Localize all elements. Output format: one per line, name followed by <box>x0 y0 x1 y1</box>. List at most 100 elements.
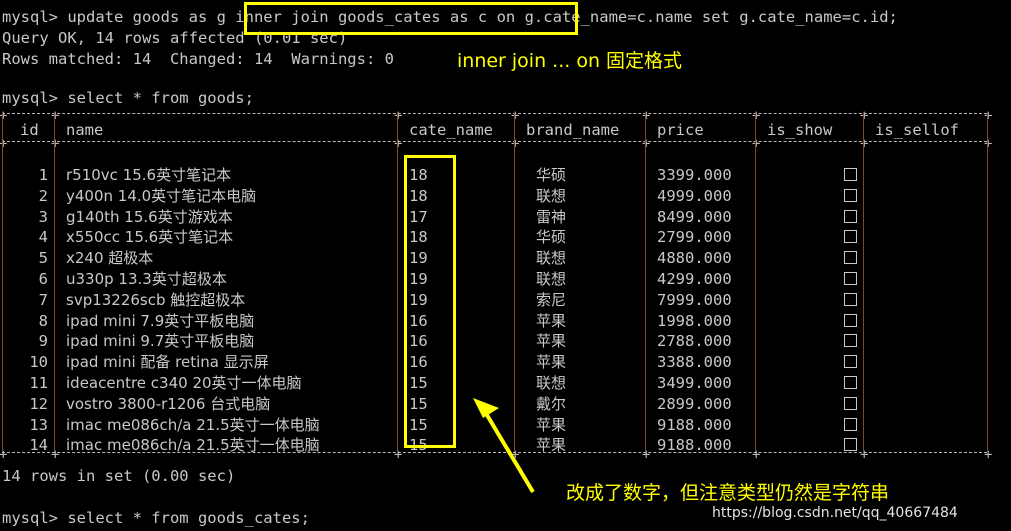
table-rule-junction: + <box>394 136 403 152</box>
terminal-line-rows-in-set: 14 rows in set (0.00 sec) <box>2 467 236 485</box>
cell-name: g140th 15.6英寸游戏本 <box>66 208 233 226</box>
unrenderable-char-box-icon <box>844 314 857 327</box>
cell-is-show <box>707 269 857 290</box>
unrenderable-char-box-icon <box>844 438 857 451</box>
annotation-bottom-note: 改成了数字，但注意类型仍然是字符串 <box>566 482 890 504</box>
cell-name: y400n 14.0英寸笔记本电脑 <box>66 187 257 205</box>
cell-id: 14 <box>29 436 48 454</box>
table-rule-junction: + <box>511 136 520 152</box>
table-rule-junction: + <box>51 447 60 463</box>
unrenderable-char-box-icon <box>844 251 857 264</box>
unrenderable-char-box-icon <box>844 272 857 285</box>
cell-is-show <box>707 352 857 373</box>
cell-is-show <box>707 290 857 311</box>
cell-cate-name: 18 <box>409 187 428 205</box>
cell-id: 2 <box>38 187 48 205</box>
table-rule-junction: + <box>51 136 60 152</box>
table-header-vertical-bar <box>863 113 864 141</box>
table-body-vertical-bar <box>514 141 515 452</box>
table-rule-junction: + <box>394 108 403 124</box>
terminal-line-select-goods-cates: mysql> select * from goods_cates; <box>2 509 310 527</box>
table-header-is_sellof: is_sellof <box>875 121 959 139</box>
cell-brand-name: 联想 <box>536 270 567 288</box>
cell-name: imac me086ch/a 21.5英寸一体电脑 <box>66 436 320 454</box>
cell-id: 11 <box>29 374 48 392</box>
cell-id: 7 <box>38 291 48 309</box>
cell-cate-name: 16 <box>409 312 428 330</box>
cell-brand-name: 华硕 <box>536 166 567 184</box>
terminal-output: mysql> update goods as g inner join good… <box>0 0 1011 531</box>
cell-cate-name: 19 <box>409 270 428 288</box>
unrenderable-char-box-icon <box>844 334 857 347</box>
table-header-is_show: is_show <box>767 121 833 139</box>
table-header-name: name <box>66 121 104 139</box>
cell-is-show <box>707 248 857 269</box>
table-header-vertical-bar <box>54 113 55 141</box>
table-rule-junction: + <box>51 108 60 124</box>
cell-cate-name: 15 <box>409 436 428 454</box>
terminal-line-select-goods: mysql> select * from goods; <box>2 89 254 107</box>
table-rule-junction: + <box>860 136 869 152</box>
cell-name: u330p 13.3英寸超极本 <box>66 270 227 288</box>
cell-id: 6 <box>38 270 48 288</box>
table-rule-junction: + <box>511 447 520 463</box>
cell-is-show <box>707 394 857 415</box>
table-rule-junction: + <box>860 447 869 463</box>
cell-name: ipad mini 7.9英寸平板电脑 <box>66 312 255 330</box>
cell-is-show <box>707 186 857 207</box>
table-rule-junction: + <box>511 108 520 124</box>
table-body-vertical-bar <box>863 141 864 452</box>
unrenderable-char-box-icon <box>844 230 857 243</box>
cell-brand-name: 苹果 <box>536 312 567 330</box>
table-rule-junction: + <box>752 136 761 152</box>
cell-brand-name: 苹果 <box>536 436 567 454</box>
cell-cate-name: 18 <box>409 166 428 184</box>
table-rule-junction: + <box>984 447 993 463</box>
cell-brand-name: 索尼 <box>536 291 567 309</box>
cell-cate-name: 19 <box>409 249 428 267</box>
cell-name: svp13226scb 触控超极本 <box>66 291 246 309</box>
table-header-vertical-bar <box>755 113 756 141</box>
table-body-vertical-bar <box>397 141 398 452</box>
cell-is-show <box>707 311 857 332</box>
cell-id: 5 <box>38 249 48 267</box>
cell-brand-name: 联想 <box>536 187 567 205</box>
cell-id: 9 <box>38 332 48 350</box>
cell-id: 4 <box>38 228 48 246</box>
cell-name: ideacentre c340 20英寸一体电脑 <box>66 374 302 392</box>
table-header-vertical-bar <box>514 113 515 141</box>
table-body-vertical-bar <box>645 141 646 452</box>
unrenderable-char-box-icon <box>844 168 857 181</box>
cell-brand-name: 联想 <box>536 249 567 267</box>
cell-cate-name: 15 <box>409 416 428 434</box>
table-header-cate_name: cate_name <box>409 121 493 139</box>
cell-cate-name: 15 <box>409 395 428 413</box>
cell-is-show <box>707 227 857 248</box>
cell-cate-name: 17 <box>409 208 428 226</box>
cell-cate-name: 16 <box>409 332 428 350</box>
cell-cate-name: 16 <box>409 353 428 371</box>
unrenderable-char-box-icon <box>844 376 857 389</box>
cell-name: x550cc 15.6英寸笔记本 <box>66 228 234 246</box>
cell-brand-name: 苹果 <box>536 332 567 350</box>
unrenderable-char-box-icon <box>844 189 857 202</box>
table-header-vertical-bar <box>987 113 988 141</box>
terminal-line-query-ok: Query OK, 14 rows affected (0.01 sec) <box>2 29 348 47</box>
cell-id: 1 <box>38 166 48 184</box>
unrenderable-char-box-icon <box>844 293 857 306</box>
table-header-rule <box>2 141 987 143</box>
cell-brand-name: 联想 <box>536 374 567 392</box>
unrenderable-char-box-icon <box>844 397 857 410</box>
terminal-line-update-command: mysql> update goods as g inner join good… <box>2 8 898 26</box>
cell-name: ipad mini 9.7英寸平板电脑 <box>66 332 255 350</box>
unrenderable-char-box-icon <box>844 355 857 368</box>
terminal-line-rows-matched: Rows matched: 14 Changed: 14 Warnings: 0 <box>2 50 394 68</box>
cell-name: vostro 3800-r1206 台式电脑 <box>66 395 271 413</box>
table-top-rule <box>2 113 987 115</box>
cell-cate-name: 18 <box>409 228 428 246</box>
cell-is-show <box>707 435 857 456</box>
cell-name: r510vc 15.6英寸笔记本 <box>66 166 232 184</box>
cell-cate-name: 19 <box>409 291 428 309</box>
cell-id: 8 <box>38 312 48 330</box>
table-rule-junction: + <box>394 447 403 463</box>
